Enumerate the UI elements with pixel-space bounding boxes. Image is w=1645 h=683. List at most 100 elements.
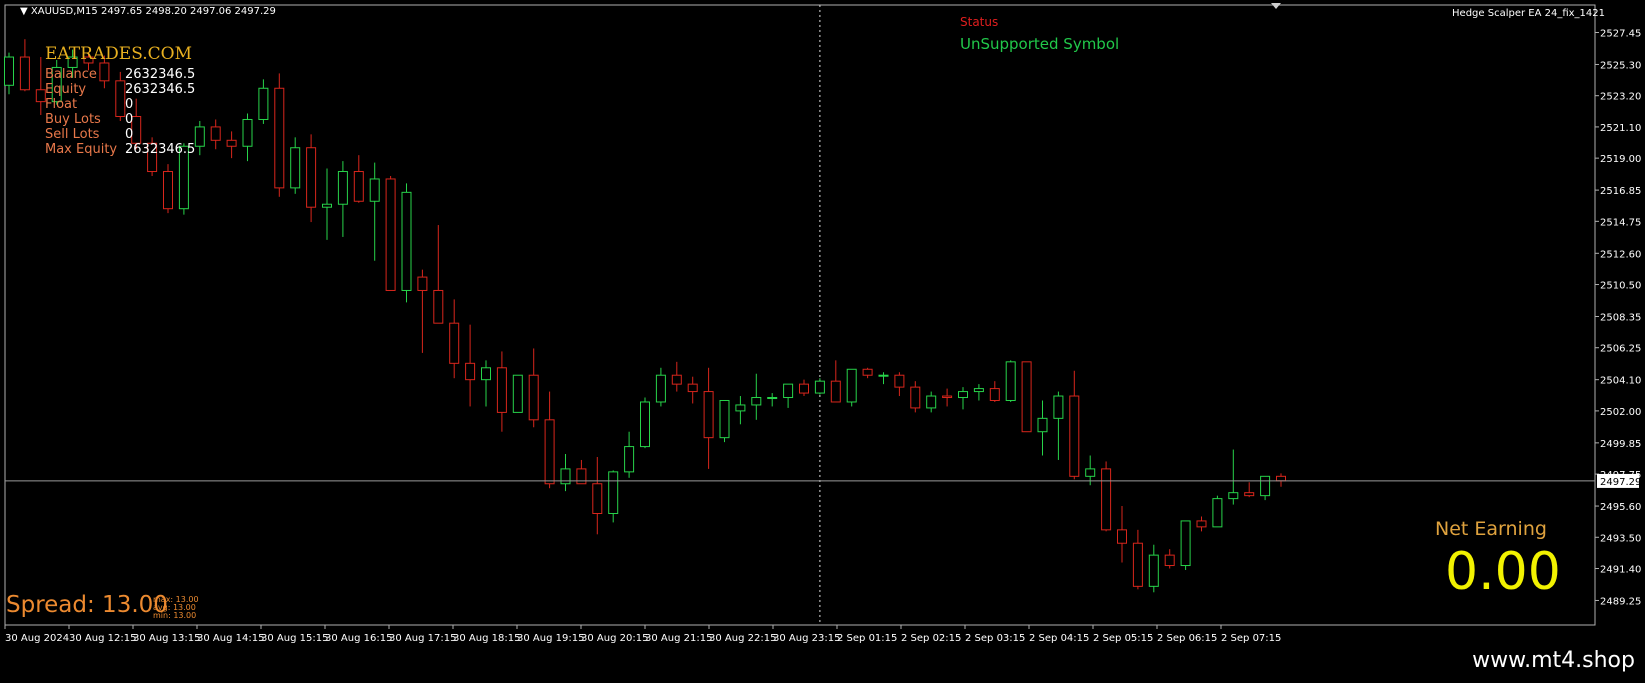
time-tick-label: 30 Aug 12:15 — [69, 633, 136, 644]
price-tick-label: 2519.00 — [1600, 154, 1641, 165]
candle-body[interactable] — [576, 468, 587, 485]
candle-body[interactable] — [194, 126, 205, 147]
candle-body[interactable] — [1005, 361, 1016, 401]
candle-body[interactable] — [1053, 395, 1064, 419]
candle-body[interactable] — [417, 276, 428, 291]
candle-body[interactable] — [544, 419, 555, 485]
plot-frame — [4, 4, 1596, 626]
candle-body[interactable] — [115, 80, 126, 118]
candle-body[interactable] — [719, 399, 730, 439]
balance-label: Balance — [45, 67, 97, 82]
candle-body[interactable] — [226, 139, 237, 147]
candle-body[interactable] — [751, 397, 762, 406]
candle-body[interactable] — [496, 367, 507, 413]
candle-body[interactable] — [1037, 417, 1048, 433]
dropdown-arrow-icon[interactable]: ▼ — [20, 6, 31, 17]
candle-body[interactable] — [671, 374, 682, 385]
candle-body[interactable] — [973, 388, 984, 393]
candle-body[interactable] — [814, 380, 825, 394]
candle-body[interactable] — [989, 388, 1000, 401]
candle-body[interactable] — [560, 468, 571, 485]
time-tick-label: 2 Sep 07:15 — [1221, 633, 1281, 644]
site-watermark: www.mt4.shop — [1472, 648, 1635, 673]
candle-body[interactable] — [512, 374, 523, 413]
candle-body[interactable] — [322, 203, 332, 208]
candle-body[interactable] — [1101, 468, 1112, 531]
candle-body[interactable] — [1164, 554, 1175, 567]
candle-body[interactable] — [1212, 498, 1223, 528]
float-label: Float — [45, 97, 78, 112]
candle-body[interactable] — [528, 374, 539, 421]
candle-body[interactable] — [1148, 554, 1159, 587]
time-tick-label: 30 Aug 20:15 — [581, 633, 648, 644]
candle-body[interactable] — [767, 397, 778, 400]
candle-body[interactable] — [369, 178, 380, 202]
candle-body[interactable] — [242, 118, 253, 147]
candle-body[interactable] — [1180, 520, 1191, 567]
candle-body[interactable] — [735, 404, 746, 412]
candle-body[interactable] — [830, 380, 841, 403]
candle-body[interactable] — [1260, 475, 1271, 497]
candle-body[interactable] — [942, 395, 953, 399]
candle-body[interactable] — [1132, 542, 1143, 587]
candle-body[interactable] — [926, 395, 937, 409]
candle-body[interactable] — [1069, 395, 1080, 477]
candle-body[interactable] — [35, 89, 46, 103]
candle-body[interactable] — [4, 56, 14, 86]
price-chart[interactable]: 2527.45 2525.30 2523.20 2521.10 2519.00 2516.… — [0, 0, 1645, 683]
candle-body[interactable] — [624, 446, 635, 473]
time-tick-label: 30 Aug 14:15 — [197, 633, 264, 644]
candle-body[interactable] — [958, 391, 968, 399]
candle-body[interactable] — [910, 386, 921, 409]
candle-body[interactable] — [1244, 492, 1255, 497]
candle-body[interactable] — [783, 383, 794, 399]
candle-body[interactable] — [1085, 468, 1096, 477]
time-tick-label: 2 Sep 01:15 — [837, 633, 897, 644]
candle-body[interactable] — [258, 87, 269, 120]
net-earning-label: Net Earning — [1435, 518, 1547, 540]
bid-price-label: 2497.29 — [1600, 477, 1641, 488]
candle-body[interactable] — [1228, 492, 1239, 500]
candle-body[interactable] — [353, 171, 364, 202]
candle-body[interactable] — [608, 471, 619, 514]
candle-body[interactable] — [640, 401, 650, 448]
candle-body[interactable] — [703, 391, 714, 439]
candle-body[interactable] — [465, 362, 476, 381]
max-equity-label: Max Equity — [45, 142, 118, 157]
candle-body[interactable] — [894, 374, 905, 388]
candle-body[interactable] — [862, 368, 873, 376]
candle-body[interactable] — [799, 383, 809, 394]
buy-lots-value: 0 — [125, 112, 134, 127]
time-tick-label: 2 Sep 05:15 — [1093, 633, 1153, 644]
candle-body[interactable] — [1196, 520, 1207, 528]
candle-body[interactable] — [1117, 529, 1127, 544]
candle-body[interactable] — [274, 87, 285, 189]
time-tick-label: 30 Aug 18:15 — [453, 633, 520, 644]
spread-label: Spread: 13.00 — [6, 592, 168, 618]
candle-body[interactable] — [306, 147, 317, 208]
candle-body[interactable] — [1021, 361, 1032, 433]
time-tick-label: 30 Aug 22:15 — [709, 633, 776, 644]
candle-body[interactable] — [1276, 475, 1286, 482]
candle-body[interactable] — [878, 374, 889, 377]
time-tick-label: 30 Aug 17:15 — [389, 633, 456, 644]
brand-label: EATRADES.COM — [45, 44, 193, 64]
candle-body[interactable] — [481, 367, 491, 381]
candle-body[interactable] — [655, 374, 666, 403]
candle-body[interactable] — [449, 322, 460, 364]
candle-body[interactable] — [19, 56, 30, 91]
candle-body[interactable] — [592, 483, 603, 514]
price-tick-label: 2514.75 — [1600, 217, 1641, 228]
candle-body[interactable] — [433, 289, 444, 324]
candle-body[interactable] — [290, 147, 301, 189]
candle-body[interactable] — [163, 171, 173, 210]
candle-body[interactable] — [99, 62, 110, 82]
candle-body[interactable] — [385, 178, 396, 291]
candle-body[interactable] — [401, 191, 412, 291]
candle-body[interactable] — [337, 171, 348, 205]
chart-shift-marker[interactable] — [1271, 3, 1281, 9]
time-tick-label: 30 Aug 19:15 — [517, 633, 584, 644]
candle-body[interactable] — [687, 383, 698, 393]
candle-body[interactable] — [846, 368, 857, 403]
candle-body[interactable] — [210, 126, 221, 141]
